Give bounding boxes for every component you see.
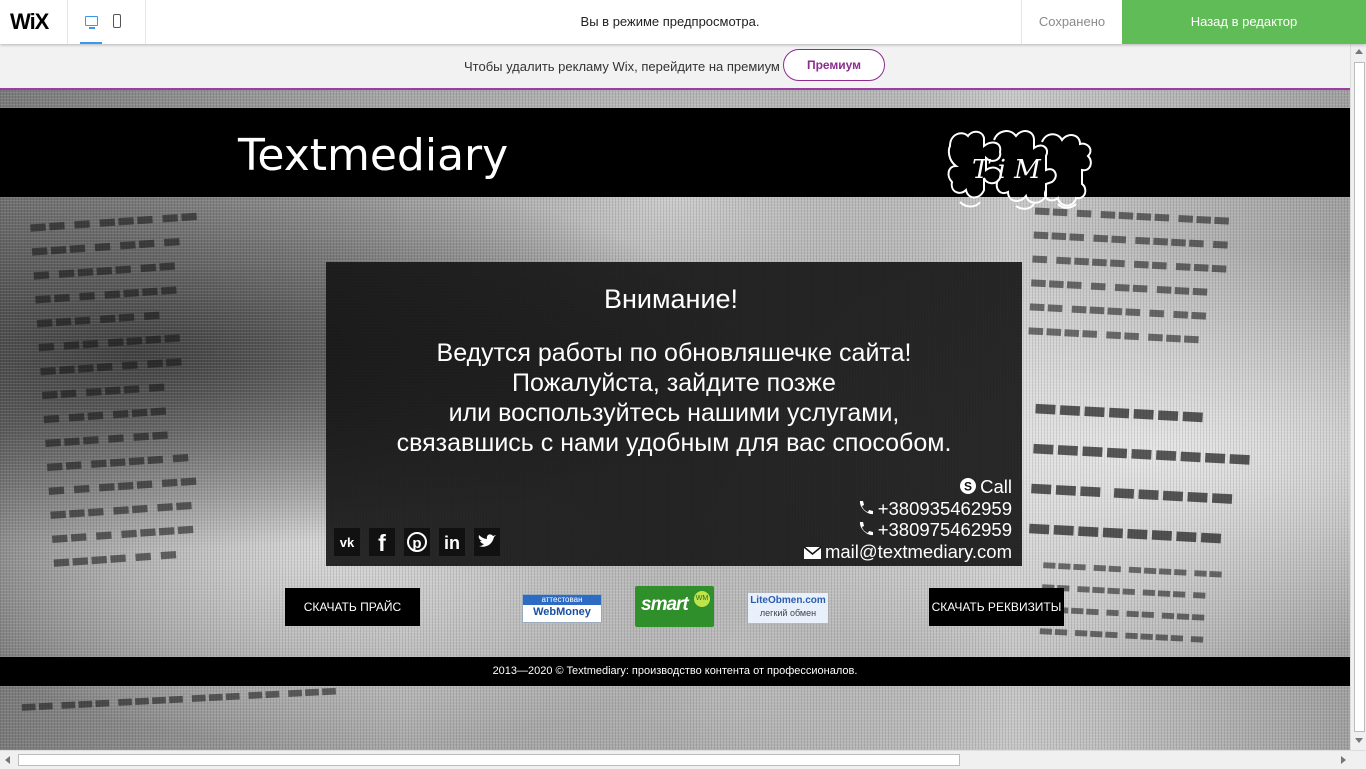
linkedin-icon[interactable]: in [438,528,465,556]
liteobmen-sublabel: легкий обмен [759,608,817,618]
phone-contact[interactable]: +380975462959 [857,519,1012,541]
phone-icon [859,522,873,536]
webmoney-badge[interactable]: аттестован WebMoney [522,594,602,623]
vk-icon[interactable]: vk [334,528,360,556]
horizontal-scrollbar[interactable] [0,750,1366,769]
wix-preview-bar: WiX Вы в режиме предпросмотра. Сохранено… [0,0,1366,44]
webmoney-badge-top: аттестован [523,595,601,605]
desktop-icon[interactable] [80,10,104,44]
saved-status: Сохранено [1038,14,1106,29]
download-requisites-button[interactable]: СКАЧАТЬ РЕКВИЗИТЫ [929,588,1064,626]
email-address: mail@textmediary.com [824,541,1012,562]
pinterest-icon[interactable]: p [403,528,430,556]
back-to-editor-button[interactable]: Назад в редактор [1122,0,1366,44]
envelope-icon [803,546,822,559]
divider [145,0,146,44]
svg-text:vk: vk [340,535,355,550]
divider [67,0,68,44]
svg-text:p: p [412,535,421,552]
liteobmen-badge[interactable]: LiteObmen.com легкий обмен [748,593,828,623]
scroll-down-icon[interactable] [1355,738,1363,743]
mobile-icon[interactable] [112,14,122,29]
scrollbar-thumb[interactable] [1354,62,1365,732]
vertical-scrollbar[interactable] [1350,44,1366,750]
notice-body: Ведутся работы по обновляшечке сайта! По… [326,338,1022,458]
svg-text:S: S [964,480,972,494]
notice-line: Ведутся работы по обновляшечке сайта! [436,339,912,367]
site-title[interactable]: Textmediary [238,130,508,181]
notice-line: Пожалуйста, зайдите позже [512,369,836,397]
skype-icon: S [960,478,977,494]
phone-icon [859,501,873,515]
scroll-right-icon[interactable] [1341,756,1346,764]
svg-text:in: in [444,533,460,553]
facebook-icon[interactable]: f [368,528,395,556]
scrollbar-thumb[interactable] [18,754,960,766]
phone-contact[interactable]: +380935462959 [857,498,1012,520]
phone-number: +380975462959 [877,519,1012,540]
skype-label: Call [980,476,1012,497]
wix-ad-bar: Чтобы удалить рекламу Wix, перейдите на … [0,44,1350,90]
webmoney-badge-label: WebMoney [533,606,591,618]
wm-label: WM [694,591,710,607]
smart-label: smart [641,594,689,615]
notice-line: или воспользуйтесь нашими услугами, [448,399,900,427]
social-links: vk f p in [334,528,504,558]
premium-button[interactable]: Премиум [783,49,885,81]
scroll-up-icon[interactable] [1355,49,1363,54]
skype-contact[interactable]: S Call [959,476,1012,498]
liteobmen-label: LiteObmen.com [750,595,826,606]
site-header: Textmediary T i M [0,108,1350,210]
site-canvas: ▬▬ ▬ ▬▬▬ ▬▬ ▬▬▬ ▬ ▬▬ ▬ ▬ ▬▬▬▬ ▬▬ ▬▬ ▬ ▬▬▬▬ ▬… [0,88,1350,750]
download-price-button[interactable]: СКАЧАТЬ ПРАЙС [285,588,420,626]
notice-line: связавшись с нами удобным для вас способ… [396,429,952,457]
notice-title: Внимание! [603,284,739,314]
twitter-icon[interactable] [473,528,500,556]
scroll-left-icon[interactable] [5,756,10,764]
puzzle-logo-icon[interactable]: T i M [946,126,1098,212]
ad-message: Чтобы удалить рекламу Wix, перейдите на … [464,59,780,74]
email-contact[interactable]: mail@textmediary.com [803,541,1012,563]
logo-letters: T i M [972,155,1042,185]
preview-mode-message: Вы в режиме предпросмотра. [580,14,760,29]
svg-text:f: f [378,530,386,556]
phone-number: +380935462959 [877,498,1012,519]
smart-wm-badge[interactable]: smart WM [635,586,714,627]
site-footer: 2013—2020 © Textmediary: производство ко… [0,657,1350,686]
notice-box: Внимание! Ведутся работы по обновляшечке… [326,262,1022,566]
wix-logo: WiX [10,9,49,34]
